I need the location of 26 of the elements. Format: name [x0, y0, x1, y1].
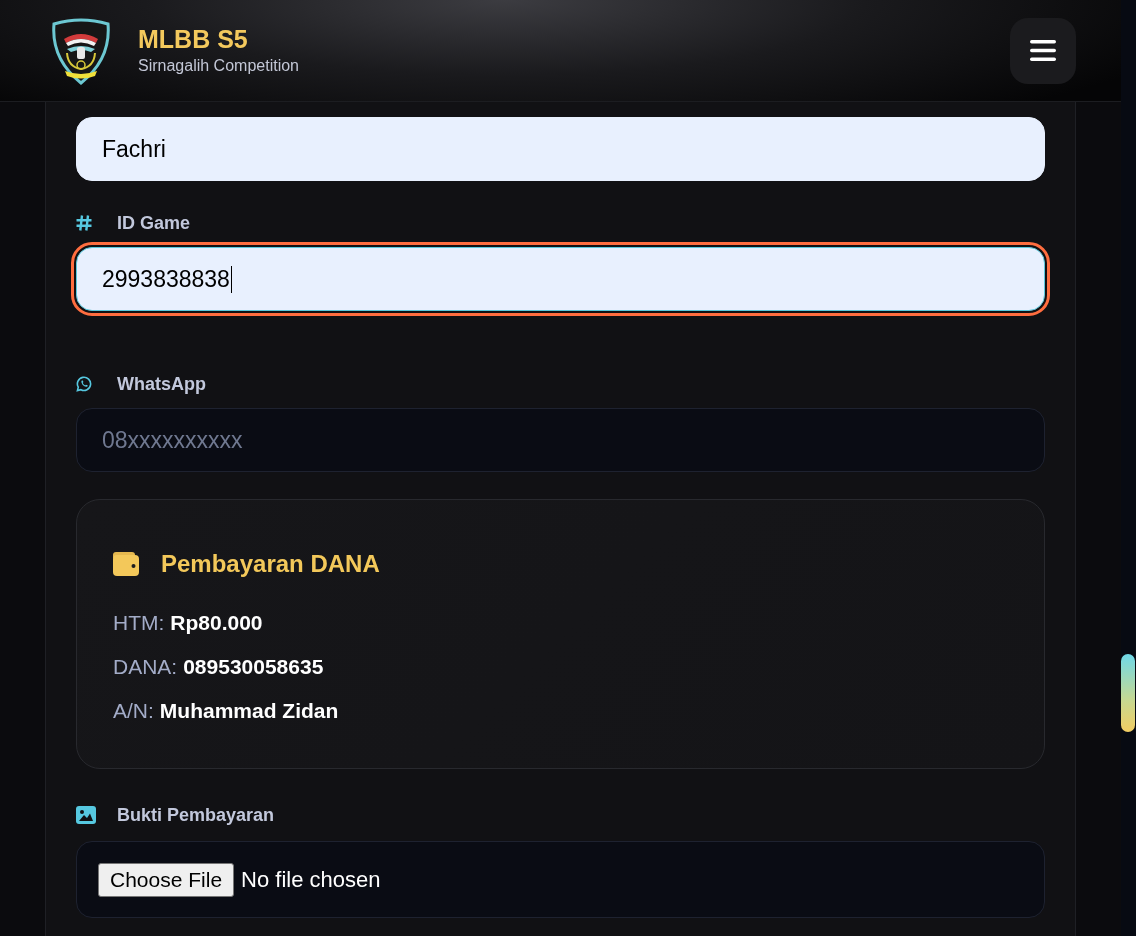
menu-button[interactable] — [1010, 17, 1076, 84]
detail-value: 089530058635 — [183, 655, 324, 679]
detail-label: HTM: — [113, 611, 165, 635]
app-subtitle: Sirnagalih Competition — [138, 56, 300, 76]
hash-icon — [76, 215, 92, 231]
choose-file-button[interactable]: Choose File — [98, 862, 235, 897]
payment-title: Pembayaran DANA — [161, 549, 380, 579]
scrollbar-thumb[interactable] — [1121, 654, 1135, 732]
text-field[interactable]: 08xxxxxxxxxx — [76, 408, 1045, 472]
field-label: ID Game — [117, 212, 192, 235]
app-title: MLBB S5 — [138, 25, 249, 53]
wallet-icon — [113, 552, 139, 576]
field-label: Bukti Pembayaran — [117, 804, 276, 827]
shield-logo — [50, 16, 112, 85]
image-icon — [76, 806, 96, 824]
chat-phone-icon — [76, 376, 92, 392]
text-cursor — [230, 265, 233, 293]
detail-label: A/N: — [113, 699, 154, 723]
detail-value: Rp80.000 — [170, 611, 263, 635]
detail-value: Muhammad Zidan — [159, 699, 339, 723]
menu-icon — [1030, 40, 1056, 61]
file-upload-field[interactable]: Choose File No file chosen — [76, 841, 1045, 918]
file-status-text: No file chosen — [241, 866, 381, 893]
field-label: WhatsApp — [117, 373, 207, 396]
text-field[interactable]: Fachri — [76, 117, 1045, 181]
detail-label: DANA: — [113, 655, 178, 679]
